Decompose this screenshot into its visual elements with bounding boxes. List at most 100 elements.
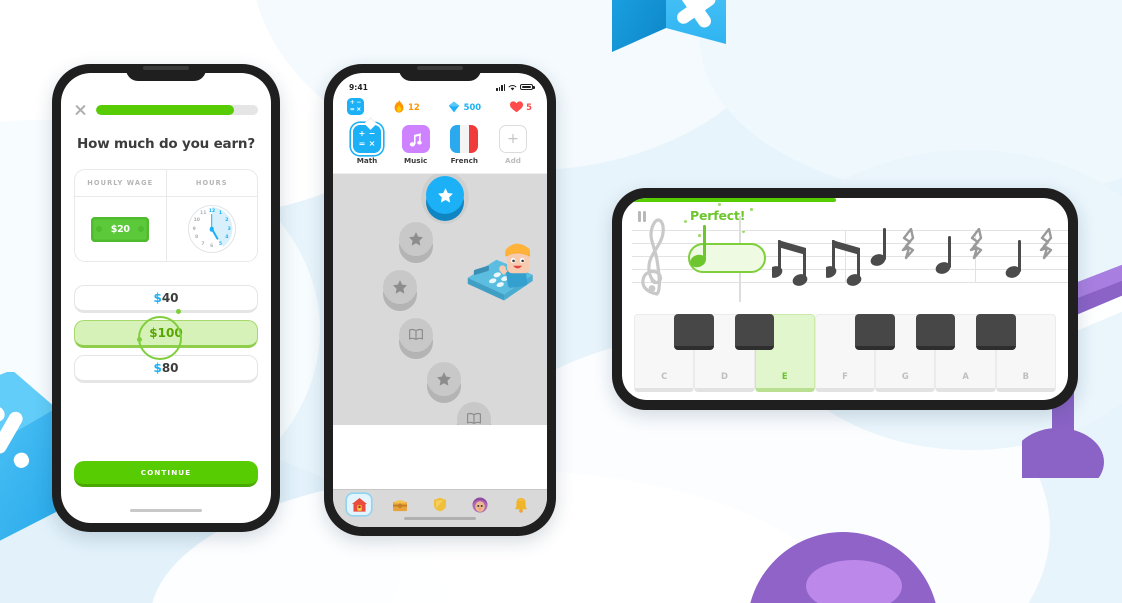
currency-symbol: $ [153,361,162,375]
home-icon [351,497,367,512]
piano-black-key[interactable] [915,314,956,350]
learning-path-screen: 9:41 + − = × 12 500 5 + − = × Math Music… [333,73,547,527]
rest-quarter [969,228,983,260]
phone-notch [399,64,481,81]
note-quarter [935,236,951,274]
clock-number: 8 [194,235,199,241]
answer-option[interactable]: $80 [74,355,258,383]
rest-quarter [1039,228,1053,260]
node-face [399,318,433,352]
course-switcher: + − = × Math Music French + Add [333,117,547,174]
path-node-star[interactable] [399,222,433,263]
chest-icon [392,499,407,511]
path-node-star[interactable] [427,362,461,403]
tab-shield[interactable] [428,494,452,515]
course-item-add[interactable]: + Add [495,125,531,165]
piano-black-key[interactable] [674,314,715,350]
rest-quarter [901,228,915,260]
bell-icon [514,497,527,513]
flame-icon [394,100,403,113]
note-quarter-active [690,225,706,268]
close-icon[interactable] [74,103,87,116]
status-time: 9:41 [349,82,368,92]
piano-key-label: F [842,371,848,381]
lesson-progress-fill [96,104,234,115]
clock-number: 5 [218,241,223,247]
wifi-icon [508,84,517,90]
hours-cell: 12 1 2 3 4 5 6 7 8 9 10 11 [167,197,258,261]
calculator-icon: + − = × [353,125,381,153]
clock-number: 2 [225,217,229,223]
answer-amount: 80 [161,361,179,375]
answer-option[interactable]: $40 [74,285,258,313]
course-label: Music [404,156,428,165]
phone-speaker [417,66,463,70]
course-item-math[interactable]: + − = × Math [349,125,385,165]
piano-keyboard: CDEFGAB [634,314,1056,392]
piano-black-key[interactable] [734,314,775,350]
tab-home[interactable] [347,494,372,515]
music-note-icon [401,125,430,153]
tab-chest[interactable] [388,494,412,515]
wage-table: HOURLY WAGE HOURS $20 12 1 2 3 4 5 6 7 8… [74,169,258,262]
clock-number: 6 [210,244,214,249]
path-node-book[interactable] [399,318,433,359]
book-icon [467,412,481,425]
signal-icon [496,83,505,91]
stat-hearts[interactable]: 5 [509,100,532,113]
music-progress-bar [622,198,837,202]
feedback-text: Perfect! [690,208,746,223]
piano-key-label: A [962,371,969,381]
piano-key-label: B [1022,371,1030,381]
math-lesson-screen: How much do you earn? HOURLY WAGE HOURS … [61,73,271,523]
stat-course-icon[interactable]: + − = × [347,98,364,115]
tab-notifications[interactable] [509,494,533,515]
france-flag-icon [450,125,479,153]
streak-count: 12 [408,101,420,112]
piano-key-label: E [781,371,788,381]
screenshot-stage: How much do you earn? HOURLY WAGE HOURS … [0,0,1122,603]
note-quarter [1005,240,1021,278]
stat-streak[interactable]: 12 [393,100,420,113]
continue-button[interactable]: CONTINUE [74,461,258,487]
currency-symbol: $ [153,291,162,305]
path-node-star[interactable] [383,270,417,311]
node-face [426,176,464,214]
music-staff [632,216,1068,304]
music-lesson-screen: Perfect! C D E F G A B [622,198,1068,400]
answer-option[interactable]: $100 [74,320,258,348]
multiply-cube-icon [612,0,726,52]
answer-amount: 100 [157,326,183,340]
course-label: French [450,156,478,165]
money-bill-icon: $20 [91,216,150,242]
clock-number: 11 [200,211,207,217]
course-item-music[interactable]: Music [398,125,434,165]
course-item-french[interactable]: French [446,125,482,165]
gem-count: 500 [463,101,482,112]
clock-number: 1 [218,211,223,217]
note-eighth-pair [772,240,808,286]
piano-key-label: C [661,371,668,381]
clock-icon: 12 1 2 3 4 5 6 7 8 9 10 11 [187,205,236,253]
node-face [383,270,417,304]
phone-notch [126,64,206,81]
sparkle-icon [684,220,687,223]
sparkle-icon [718,203,722,207]
path-node-book[interactable] [457,402,491,425]
piano-black-key[interactable] [855,314,896,350]
answer-amount: 40 [161,291,179,305]
battery-icon [520,83,535,91]
column-header-hourly-wage: HOURLY WAGE [75,170,167,196]
course-label: Add [505,156,521,165]
shield-icon [433,497,447,512]
profile-icon [472,496,488,513]
column-header-hours: HOURS [195,179,228,187]
math-lesson-phone: How much do you earn? HOURLY WAGE HOURS … [52,64,280,532]
path-node-star[interactable] [421,174,469,224]
stat-gems[interactable]: 500 [448,101,481,113]
note-quarter [870,228,886,266]
phone-side-notch [612,265,622,333]
tab-profile[interactable] [468,494,492,515]
piano-black-key[interactable] [975,314,1016,350]
question-title: How much do you earn? [77,136,255,152]
